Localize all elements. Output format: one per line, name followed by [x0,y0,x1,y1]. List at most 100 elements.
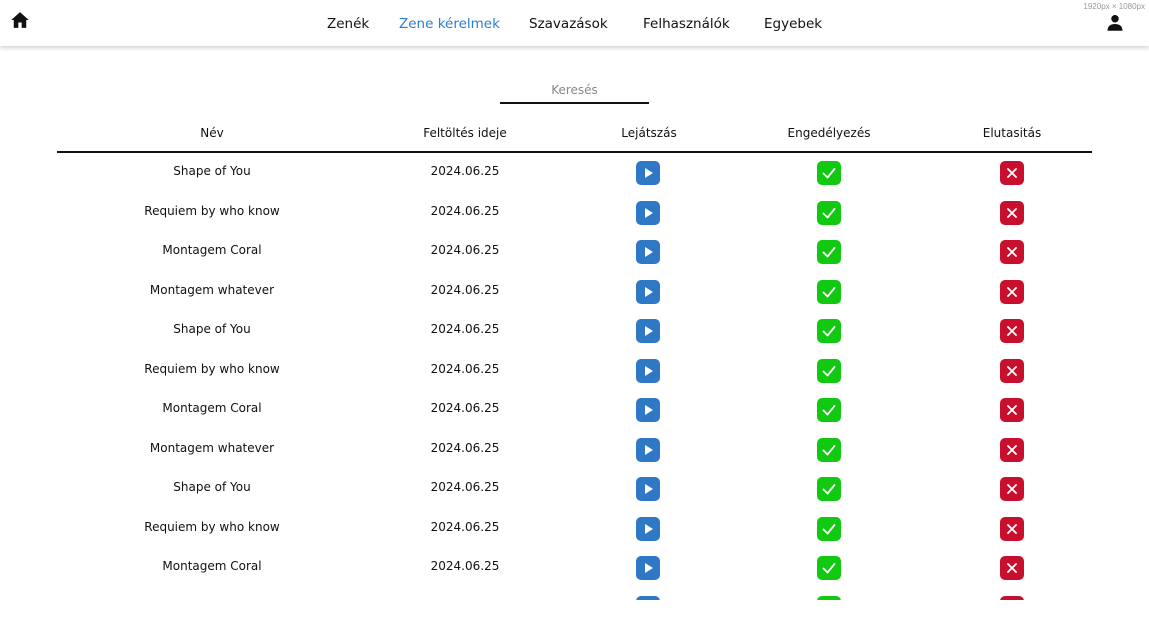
reject-button[interactable] [1000,437,1024,462]
upload-date: 2024.06.25 [430,282,500,297]
table-row: Montagem whatever 2024.06.25 [0,271,1149,310]
play-button[interactable] [636,279,660,304]
column-header-reject: Elutasitás [982,126,1042,140]
approve-button[interactable] [817,516,841,541]
play-icon [645,365,653,376]
x-icon [1007,563,1017,573]
song-name: Montagem whatever [149,440,275,455]
song-name: Montagem whatever [149,282,275,297]
play-button[interactable] [636,477,660,501]
x-icon [1007,207,1017,218]
nav-egyebek[interactable]: Egyebek [764,16,822,32]
play-button[interactable] [636,398,660,422]
table-row: Requiem by who know 2024.06.25 [0,508,1149,547]
table-header: Név Feltöltés ideje Lejátszás Engedélyez… [57,118,1092,153]
play-button[interactable] [636,161,660,185]
x-icon [1007,286,1017,297]
request-table-body: Shape of You 2024.06.25 Requiem by who k… [0,152,1149,600]
search-input[interactable] [500,78,649,104]
play-button[interactable] [636,240,660,264]
reject-button[interactable] [1000,398,1024,422]
table-row: Shape of You 2024.06.25 [0,310,1149,349]
approve-button[interactable] [817,595,841,601]
reject-button[interactable] [1000,200,1024,225]
x-icon [1007,405,1017,415]
play-button[interactable] [636,200,660,225]
upload-date: 2024.06.25 [430,243,500,257]
x-icon [1007,247,1017,257]
song-name: Shape of You [173,164,251,178]
approve-button[interactable] [817,240,841,264]
song-name: Montagem Coral [162,401,262,415]
song-name: Requiem by who know [144,519,280,534]
user-icon[interactable] [1106,13,1124,32]
upload-date: 2024.06.25 [430,361,500,376]
play-icon [645,286,653,297]
x-icon [1000,596,1024,601]
song-name: Montagem Coral [162,559,262,573]
table-row: Montagem whatever 2024.06.25 [0,429,1149,468]
approve-button[interactable] [817,556,841,580]
reject-button[interactable] [1000,240,1024,264]
nav-zene-kerelmek[interactable]: Zene kérelmek [399,16,500,32]
play-button[interactable] [636,516,660,541]
upload-date: 2024.06.25 [430,203,500,218]
play-icon [645,484,653,494]
check-icon [822,286,836,297]
x-icon [1007,168,1017,178]
table-row [0,587,1149,601]
approve-button[interactable] [817,477,841,501]
upload-date: 2024.06.25 [430,519,500,534]
reject-button[interactable] [1000,477,1024,501]
upload-date: 2024.06.25 [430,164,500,178]
approve-button[interactable] [817,200,841,225]
reject-button[interactable] [1000,279,1024,304]
approve-button[interactable] [817,398,841,422]
song-name: Requiem by who know [144,203,280,218]
approve-button[interactable] [817,437,841,462]
reject-button[interactable] [1000,358,1024,383]
play-icon [645,207,653,218]
table-row: Montagem Coral 2024.06.25 [0,389,1149,428]
check-icon [817,596,841,601]
check-icon [822,405,836,416]
approve-button[interactable] [817,319,841,343]
play-button[interactable] [636,595,660,600]
table-row: Shape of You 2024.06.25 [0,152,1149,191]
column-header-approve: Engedélyezés [787,126,871,140]
approve-button[interactable] [817,358,841,383]
column-header-play: Lejátszás [621,126,677,140]
approve-button[interactable] [817,279,841,304]
reject-button[interactable] [1000,516,1024,541]
check-icon [822,365,836,376]
play-button[interactable] [636,437,660,462]
approve-button[interactable] [817,161,841,185]
table-row: Montagem Coral 2024.06.25 [0,231,1149,270]
upload-date: 2024.06.25 [430,480,500,494]
song-name: Montagem Coral [162,243,262,257]
upload-date: 2024.06.25 [430,559,500,573]
check-icon [822,444,836,455]
main-nav: Zenék Zene kérelmek Szavazások Felhaszná… [0,0,1149,46]
play-icon [645,168,653,178]
play-icon [645,326,653,336]
reject-button[interactable] [1000,319,1024,343]
check-icon [822,326,836,337]
reject-button[interactable] [1000,556,1024,580]
play-icon [645,247,653,257]
play-button[interactable] [636,319,660,343]
table-row: Shape of You 2024.06.25 [0,468,1149,507]
song-name: Requiem by who know [144,361,280,376]
check-icon [822,207,836,218]
x-icon [1007,523,1017,534]
nav-szavazasok[interactable]: Szavazások [529,16,608,32]
play-button[interactable] [636,556,660,580]
table-row: Montagem Coral 2024.06.25 [0,547,1149,586]
play-icon [645,444,653,455]
reject-button[interactable] [1000,595,1024,601]
nav-zenek[interactable]: Zenék [327,16,369,32]
reject-button[interactable] [1000,161,1024,185]
viewport-size-label: 1920px × 1080px [1083,2,1145,11]
nav-felhasznalok[interactable]: Felhasználók [643,16,730,32]
play-button[interactable] [636,358,660,383]
